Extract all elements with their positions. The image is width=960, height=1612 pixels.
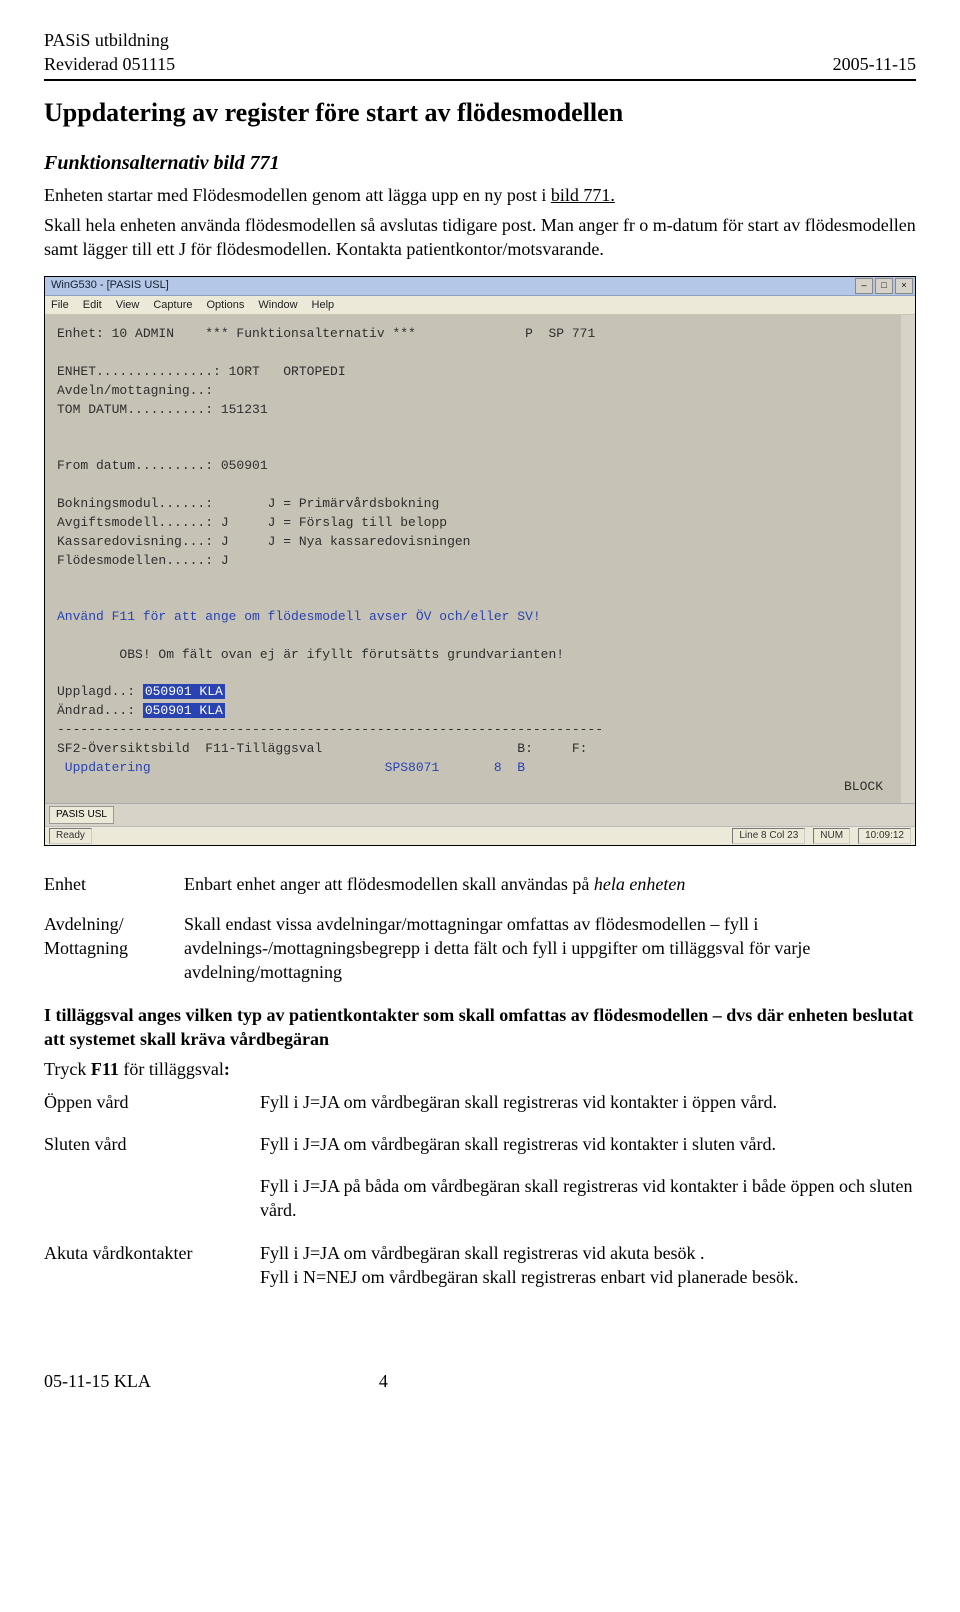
window-minimize-button[interactable]: – — [855, 278, 873, 294]
term-line-andrad-value: 050901 KLA — [143, 703, 225, 718]
intro-paragraph-2: Skall hela enheten använda flödesmodelle… — [44, 213, 916, 262]
status-time: 10:09:12 — [858, 828, 911, 844]
term-line-upplagd-value: 050901 KLA — [143, 684, 225, 699]
term-line-avgift: Avgiftsmodell......: J J = Förslag till … — [57, 515, 447, 530]
row-sluten-text: Fyll i J=JA om vårdbegäran skall registr… — [260, 1132, 916, 1156]
tryck-c: för tilläggsval — [119, 1059, 224, 1079]
term-line-f11-hint: Använd F11 för att ange om flödesmodell … — [57, 609, 541, 624]
def-enhet-text: Enbart enhet anger att flödesmodellen sk… — [184, 872, 916, 896]
window-title: WinG530 - [PASIS USL] — [47, 278, 855, 293]
term-line-tomdatum: TOM DATUM..........: 151231 — [57, 402, 268, 417]
menu-window[interactable]: Window — [258, 298, 297, 313]
row-akuta-text: Fyll i J=JA om vårdbegäran skall registr… — [260, 1241, 916, 1290]
menubar: File Edit View Capture Options Window He… — [45, 296, 915, 316]
tryck-a: Tryck — [44, 1059, 91, 1079]
term-line-andrad-label: Ändrad...: — [57, 703, 143, 718]
tryck-b: F11 — [91, 1059, 119, 1079]
row-sluten-label: Sluten vård — [44, 1132, 244, 1156]
row-akuta-label: Akuta vårdkontakter — [44, 1241, 244, 1290]
row-oppen-label: Öppen vård — [44, 1090, 244, 1114]
term-line-kassa: Kassaredovisning...: J J = Nya kassaredo… — [57, 534, 470, 549]
header-rule — [44, 79, 916, 81]
tillaggsval-note: I tilläggsval anges vilken typ av patien… — [44, 1003, 916, 1052]
embedded-screenshot: WinG530 - [PASIS USL] – □ × File Edit Vi… — [44, 276, 916, 846]
menu-file[interactable]: File — [51, 298, 69, 313]
intro-1b-underlined: bild 771. — [551, 185, 615, 205]
term-line-header: Enhet: 10 ADMIN *** Funktionsalternativ … — [57, 326, 595, 341]
row-both-label-empty — [44, 1174, 244, 1223]
term-line-bokning: Bokningsmodul......: J = Primärvårdsbokn… — [57, 496, 439, 511]
term-line-fromdatum: From datum.........: 050901 — [57, 458, 268, 473]
status-ready: Ready — [49, 828, 92, 844]
intro-paragraph-1: Enheten startar med Flödesmodellen genom… — [44, 183, 916, 207]
term-block-indicator: BLOCK — [57, 778, 889, 797]
page-footer: 05-11-15 KLA 4 — [44, 1369, 916, 1393]
def-avdelning-text: Skall endast vissa avdelningar/mottagnin… — [184, 912, 916, 985]
footer-page-number: 4 — [379, 1371, 388, 1391]
menu-options[interactable]: Options — [207, 298, 245, 313]
def-avdelning-label: Avdelning/ Mottagning — [44, 912, 174, 985]
def-avd-label-2: Mottagning — [44, 938, 128, 958]
row-oppen-text: Fyll i J=JA om vårdbegäran skall registr… — [260, 1090, 916, 1114]
term-line-obs: OBS! Om fält ovan ej är ifyllt förutsätt… — [57, 647, 564, 662]
def-enhet-text-a: Enbart enhet anger att flödesmodellen sk… — [184, 874, 594, 894]
intro-1a: Enheten startar med Flödesmodellen genom… — [44, 185, 551, 205]
section-subhead: Funktionsalternativ bild 771 — [44, 150, 916, 177]
def-enhet-text-b: hela enheten — [594, 874, 685, 894]
term-line-avdeln: Avdeln/mottagning..: — [57, 383, 213, 398]
term-line-upplagd-label: Upplagd..: — [57, 684, 143, 699]
row-akuta-text-2: Fyll i N=NEJ om vårdbegäran skall regist… — [260, 1267, 799, 1287]
def-enhet-label: Enhet — [44, 872, 174, 896]
page-title: Uppdatering av register före start av fl… — [44, 95, 916, 130]
row-both-text: Fyll i J=JA på båda om vårdbegäran skall… — [260, 1174, 916, 1223]
def-avd-label-1: Avdelning/ — [44, 914, 124, 934]
menu-edit[interactable]: Edit — [83, 298, 102, 313]
tryck-colon: : — [224, 1059, 230, 1079]
status-num: NUM — [813, 828, 850, 844]
row-akuta-text-1: Fyll i J=JA om vårdbegäran skall registr… — [260, 1243, 705, 1263]
taskbar-button-pasis[interactable]: PASIS USL — [49, 806, 114, 824]
window-titlebar: WinG530 - [PASIS USL] – □ × — [45, 277, 915, 296]
terminal-area[interactable]: Enhet: 10 ADMIN *** Funktionsalternativ … — [45, 315, 915, 802]
header-left-1: PASiS utbildning — [44, 28, 169, 52]
menu-capture[interactable]: Capture — [153, 298, 192, 313]
footer-left: 05-11-15 KLA — [44, 1371, 150, 1391]
header-left-2: Reviderad 051115 — [44, 52, 175, 76]
window-maximize-button[interactable]: □ — [875, 278, 893, 294]
taskbar: PASIS USL — [45, 803, 915, 826]
status-cursor-pos: Line 8 Col 23 — [732, 828, 805, 844]
term-line-sf2: SF2-Översiktsbild F11-Tilläggsval B: F: — [57, 741, 588, 756]
term-line-enhet: ENHET...............: 1ORT ORTOPEDI — [57, 364, 346, 379]
term-line-flodes: Flödesmodellen.....: J — [57, 553, 229, 568]
window-close-button[interactable]: × — [895, 278, 913, 294]
menu-view[interactable]: View — [116, 298, 140, 313]
statusbar: Ready Line 8 Col 23 NUM 10:09:12 — [45, 826, 915, 845]
tryck-f11-line: Tryck F11 för tilläggsval: — [44, 1057, 916, 1081]
header-date: 2005-11-15 — [833, 52, 916, 76]
term-line-uppdatering: Uppdatering SPS8071 8 B — [57, 760, 525, 775]
menu-help[interactable]: Help — [312, 298, 335, 313]
